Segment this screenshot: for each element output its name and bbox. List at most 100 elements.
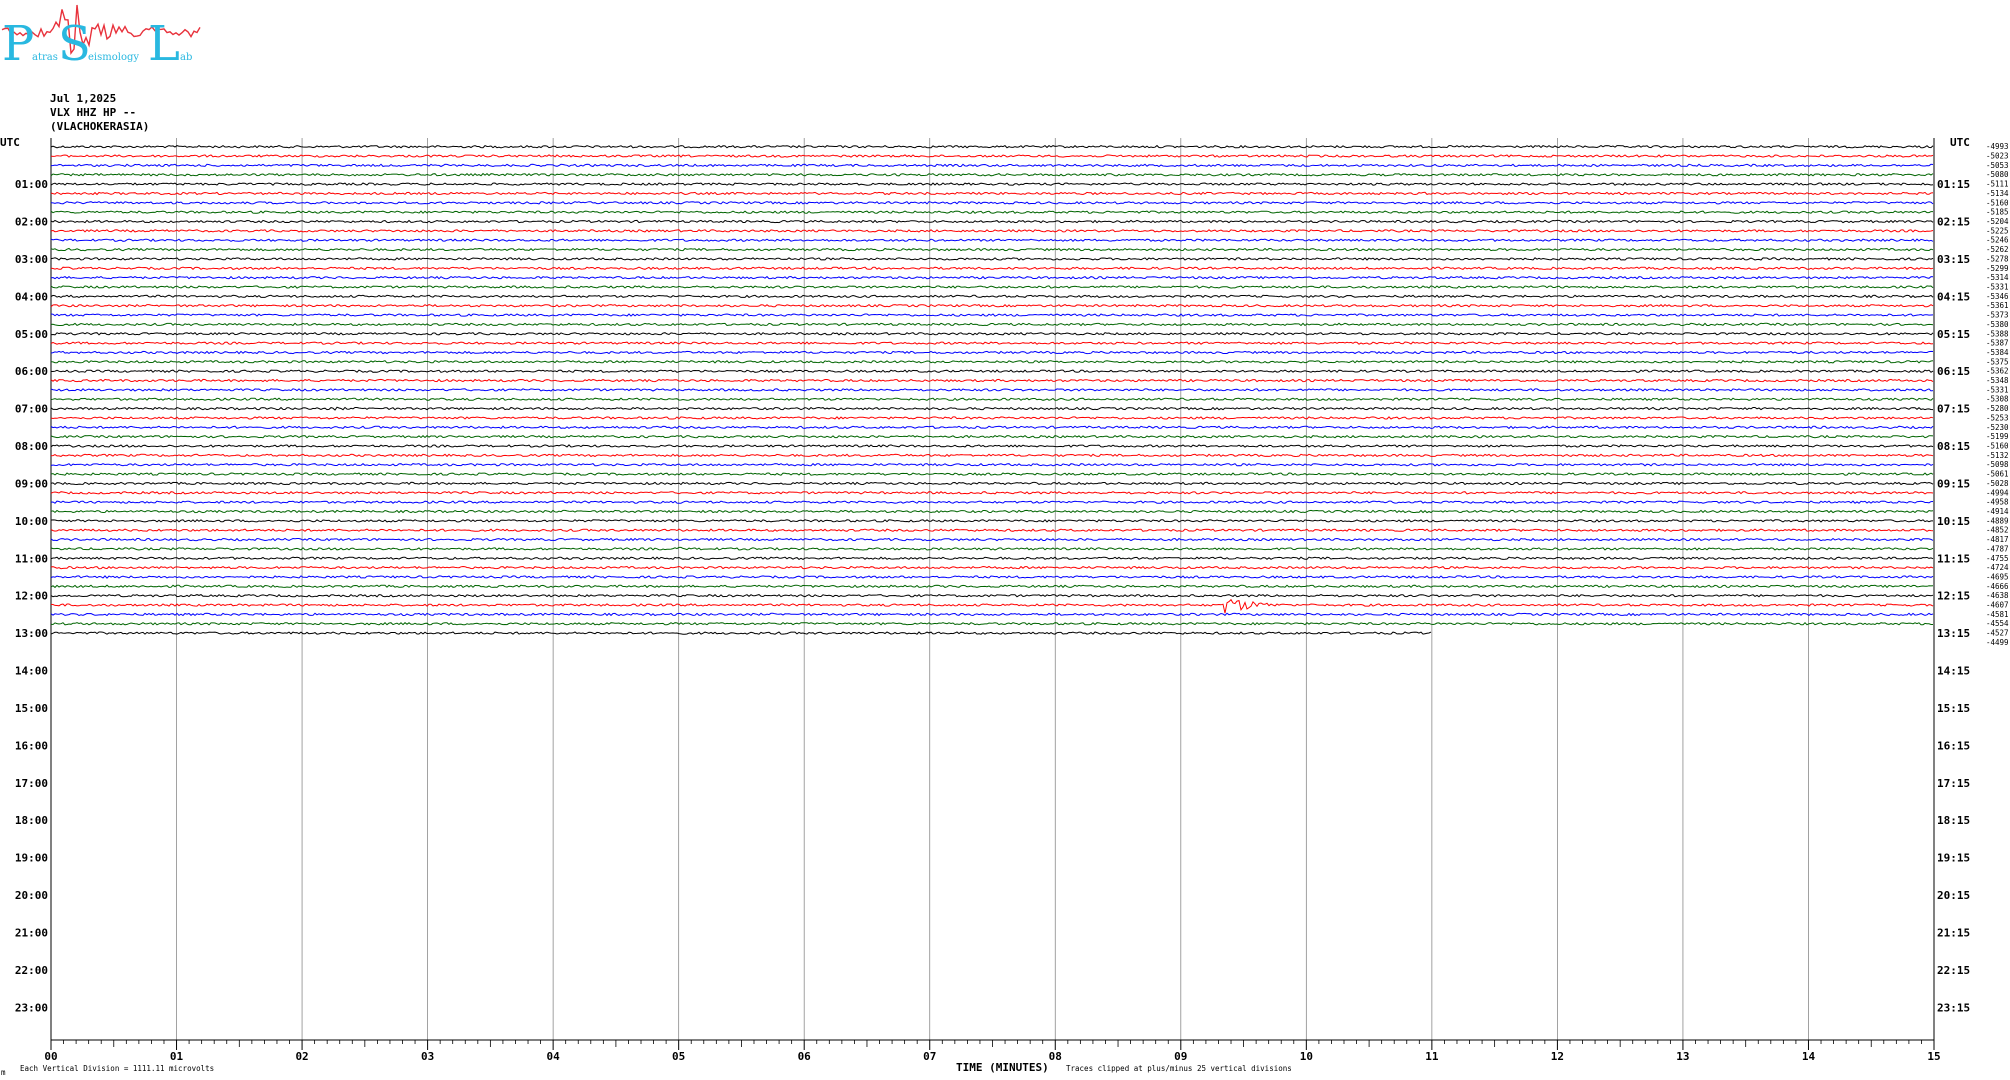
left-hour-label: 05:00 — [15, 328, 48, 341]
lab-logo: P atras S eismology L ab — [1, 4, 201, 72]
trace-offset-value: -5053 — [1986, 161, 2009, 170]
trace-offset-value: -4607 — [1986, 601, 2009, 610]
trace-rows — [50, 144, 1934, 635]
helicorder-chart: P atras S eismology L ab Jul 1,2025 VLX … — [0, 4, 2009, 1077]
x-axis-title: TIME (MINUTES) — [956, 1061, 1049, 1074]
left-hour-label: 07:00 — [15, 403, 48, 416]
x-tick-label: 09 — [1174, 1050, 1187, 1063]
trace-offset-value: -5331 — [1986, 385, 2009, 394]
trace-offset-value: -5111 — [1986, 180, 2009, 189]
left-hour-label: 10:00 — [15, 515, 48, 528]
corner-mark: m — [1, 1068, 6, 1077]
trace-row-50 — [50, 612, 1934, 617]
trace-row-28 — [50, 406, 1934, 411]
trace-offset-value: -5199 — [1986, 432, 2009, 441]
right-hour-label: 21:15 — [1937, 926, 1970, 939]
trace-row-39 — [50, 509, 1934, 514]
trace-row-18 — [50, 313, 1934, 317]
trace-offset-value: -5185 — [1986, 208, 2009, 217]
trace-row-12 — [50, 257, 1934, 261]
right-hour-label: 11:15 — [1937, 552, 1970, 565]
right-hour-label: 14:15 — [1937, 665, 1970, 678]
left-hour-label: 22:00 — [15, 964, 48, 977]
trace-offset-value: -4666 — [1986, 582, 2009, 591]
left-hour-label: 02:00 — [15, 216, 48, 229]
x-tick-label: 15 — [1927, 1050, 1940, 1063]
trace-row-11 — [50, 247, 1934, 252]
right-hour-label: 06:15 — [1937, 365, 1970, 378]
left-hour-label: 21:00 — [15, 926, 48, 939]
trace-offset-value: -4695 — [1986, 572, 2009, 581]
right-hour-label: 07:15 — [1937, 403, 1970, 416]
left-hour-label: 06:00 — [15, 365, 48, 378]
trace-row-32 — [50, 444, 1934, 448]
right-hour-label: 09:15 — [1937, 477, 1970, 490]
clip-note: Traces clipped at plus/minus 25 vertical… — [1066, 1064, 1292, 1073]
trace-offset-value: -5278 — [1986, 254, 2009, 263]
trace-offset-value: -5280 — [1986, 404, 2009, 413]
trace-offset-value: -5299 — [1986, 264, 2009, 273]
left-hour-label: 08:00 — [15, 440, 48, 453]
right-hour-label: 22:15 — [1937, 964, 1970, 977]
x-tick-label: 11 — [1425, 1050, 1439, 1063]
trace-row-29 — [50, 416, 1934, 420]
trace-offset-value: -5314 — [1986, 273, 2009, 282]
trace-row-25 — [50, 378, 1934, 383]
trace-row-45 — [50, 565, 1934, 570]
trace-row-15 — [50, 285, 1934, 289]
trace-offset-value: -5225 — [1986, 226, 2009, 235]
left-hour-label: 23:00 — [15, 1001, 48, 1014]
trace-row-41 — [50, 528, 1934, 532]
right-hour-label: 23:15 — [1937, 1001, 1970, 1014]
left-hour-label: 17:00 — [15, 777, 48, 790]
x-tick-label: 01 — [170, 1050, 184, 1063]
x-tick-label: 03 — [421, 1050, 434, 1063]
minute-grid — [50, 138, 1935, 1040]
trace-row-31 — [50, 434, 1934, 439]
x-tick-label: 10 — [1300, 1050, 1313, 1063]
right-hour-label: 16:15 — [1937, 739, 1970, 752]
trace-row-13 — [50, 266, 1934, 271]
trace-offset-value: -5384 — [1986, 348, 2009, 357]
trace-row-42 — [50, 537, 1934, 542]
trace-offset-value: -5246 — [1986, 236, 2009, 245]
trace-row-8 — [50, 219, 1934, 224]
right-hour-label: 08:15 — [1937, 440, 1970, 453]
trace-offset-value: -4755 — [1986, 554, 2009, 563]
x-tick-label: 08 — [1049, 1050, 1062, 1063]
trace-row-9 — [50, 229, 1934, 233]
logo-letter-l: L — [148, 16, 180, 72]
trace-row-7 — [50, 210, 1933, 214]
right-hour-label: 13:15 — [1937, 627, 1970, 640]
right-hour-label: 19:15 — [1937, 852, 1970, 865]
trace-row-37 — [50, 491, 1934, 495]
trace-offset-value: -5023 — [1986, 152, 2009, 161]
left-hour-label: 03:00 — [15, 253, 48, 266]
trace-offset-value: -5061 — [1986, 470, 2009, 479]
logo-letter-s: S — [58, 16, 91, 72]
right-hour-label: 04:15 — [1937, 290, 1970, 303]
trace-offset-value: -4817 — [1986, 535, 2009, 544]
trace-row-26 — [50, 388, 1934, 392]
trace-offset-value: -4889 — [1986, 516, 2009, 525]
scale-note: Each Vertical Division = 1111.11 microvo… — [20, 1064, 214, 1073]
left-hour-label: 09:00 — [15, 477, 48, 490]
trace-offset-value: -5253 — [1986, 413, 2009, 422]
trace-row-22 — [50, 350, 1934, 355]
trace-offset-value: -4787 — [1986, 544, 2009, 553]
right-hour-label: 02:15 — [1937, 216, 1970, 229]
trace-row-20 — [50, 331, 1934, 336]
x-tick-label: 06 — [798, 1050, 812, 1063]
trace-row-30 — [50, 425, 1934, 430]
trace-offset-value: -5308 — [1986, 395, 2009, 404]
right-hour-label: 01:15 — [1937, 178, 1970, 191]
trace-offset-value: -5388 — [1986, 329, 2009, 338]
trace-row-3 — [50, 172, 1934, 177]
trace-row-27 — [50, 397, 1934, 401]
right-hour-label: 12:15 — [1937, 590, 1970, 603]
left-hour-label: 19:00 — [15, 852, 48, 865]
trace-offset-value: -4554 — [1986, 619, 2009, 628]
trace-row-48 — [50, 593, 1934, 598]
right-hour-label: 10:15 — [1937, 515, 1970, 528]
trace-offset-value: -4638 — [1986, 591, 2009, 600]
